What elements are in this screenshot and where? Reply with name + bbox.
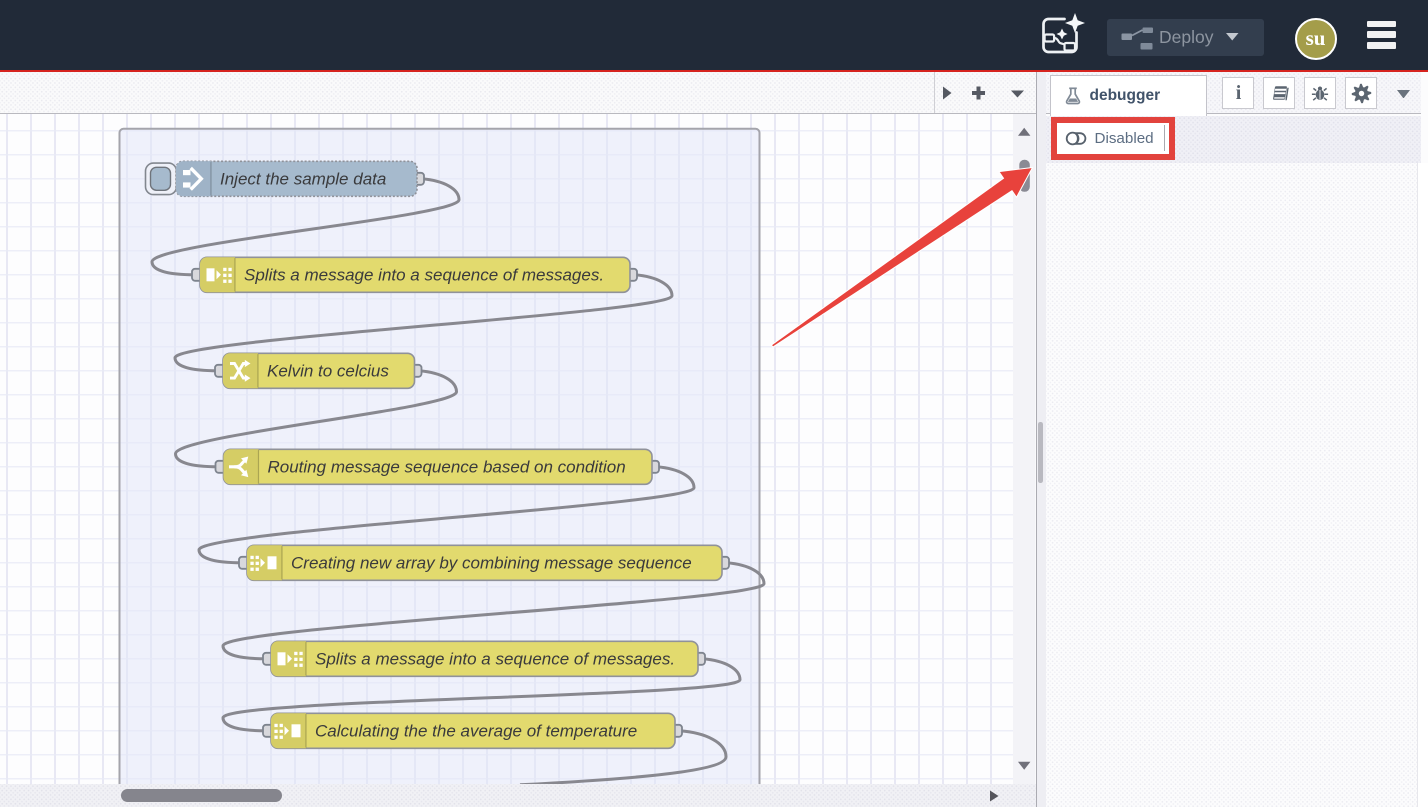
svg-text:Calculating the the average of: Calculating the the average of temperatu… (315, 722, 637, 741)
svg-text:Inject the sample data: Inject the sample data (220, 170, 386, 189)
svg-text:Splits a message into a sequen: Splits a message into a sequence of mess… (244, 266, 604, 285)
svg-text:Creating new array by combinin: Creating new array by combining message … (291, 554, 692, 573)
svg-text:Kelvin to celcius: Kelvin to celcius (267, 362, 389, 381)
svg-text:Splits a message into a sequen: Splits a message into a sequence of mess… (315, 650, 675, 669)
svg-text:Routing message sequence based: Routing message sequence based on condit… (268, 458, 626, 477)
